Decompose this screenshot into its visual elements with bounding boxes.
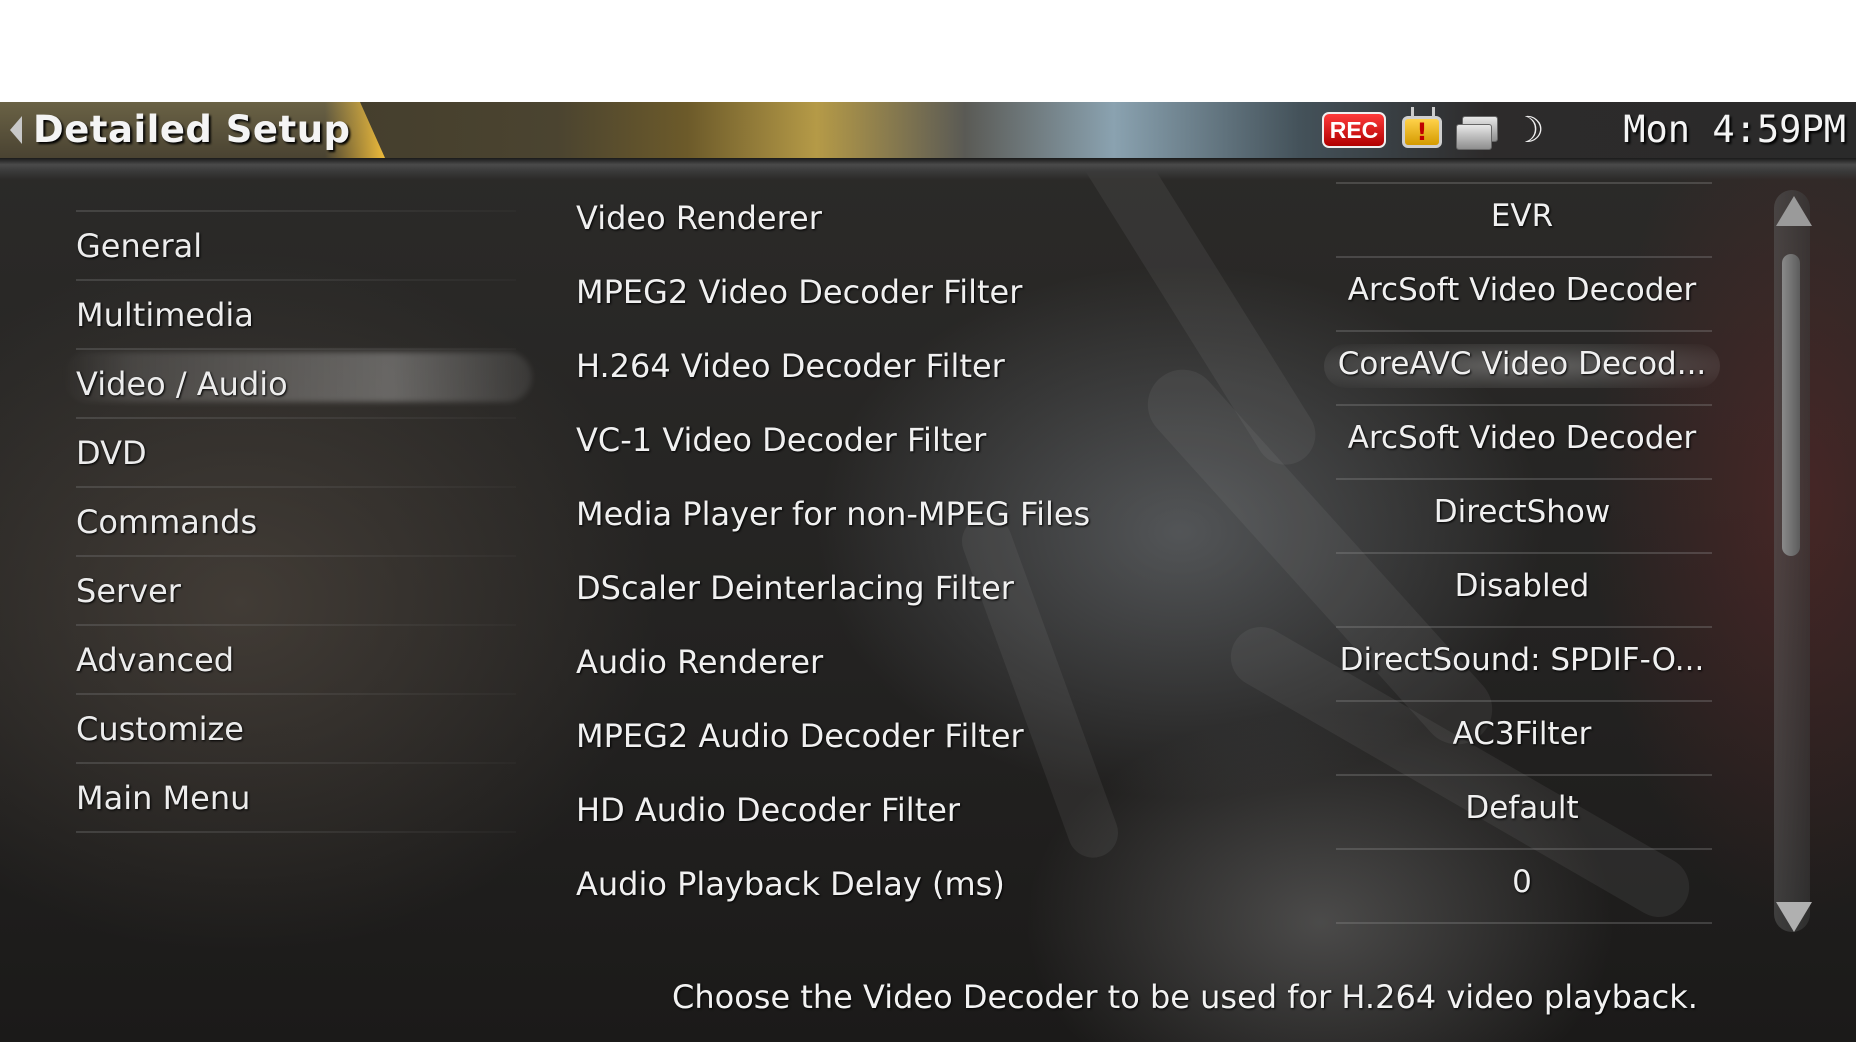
sidebar-item-video-audio[interactable]: Video / Audio [62,350,517,419]
setting-value[interactable]: 0 [1330,854,1714,910]
setting-row-hd-audio-decoder[interactable]: HD Audio Decoder Filter Default [560,776,1760,850]
setting-row-media-player[interactable]: Media Player for non-MPEG Files DirectSh… [560,480,1760,554]
sidebar-item-label: Advanced [76,641,235,679]
setting-value-text: ArcSoft Video Decoder [1347,272,1697,308]
setting-label: Audio Playback Delay (ms) [576,865,1005,903]
setting-value-text: ArcSoft Video Decoder [1347,420,1697,456]
scrollbar-thumb[interactable] [1782,254,1800,556]
header-divider [0,158,1856,180]
setting-row-audio-playback-delay[interactable]: Audio Playback Delay (ms) 0 [560,850,1760,924]
setting-value-text: Default [1465,790,1579,826]
setting-value[interactable]: EVR [1330,188,1714,244]
setting-value[interactable]: DirectShow [1330,484,1714,540]
help-text: Choose the Video Decoder to be used for … [672,978,1698,1016]
sidebar-item-general[interactable]: General [62,212,517,281]
sidebar-item-customize[interactable]: Customize [62,695,517,764]
setting-value[interactable]: ArcSoft Video Decoder [1330,410,1714,466]
setting-label: MPEG2 Video Decoder Filter [576,273,1023,311]
setting-value-text: Disabled [1454,568,1590,604]
setting-row-video-renderer[interactable]: Video Renderer EVR [560,184,1760,258]
setting-value-text: CoreAVC Video Decod... [1337,346,1707,382]
setting-label: H.264 Video Decoder Filter [576,347,1005,385]
sidebar-item-multimedia[interactable]: Multimedia [62,281,517,350]
sidebar-item-advanced[interactable]: Advanced [62,626,517,695]
setting-label: HD Audio Decoder Filter [576,791,961,829]
sidebar-item-label: General [76,227,203,265]
sidebar-item-label: Video / Audio [76,365,288,403]
title-bar: Detailed Setup REC ! ☽ Mon 4:59PM [0,102,1856,158]
scroll-down-arrow-icon[interactable] [1776,902,1812,932]
setting-value[interactable]: ArcSoft Video Decoder [1330,262,1714,318]
setting-label: Audio Renderer [576,643,824,681]
sidebar-item-label: Main Menu [76,779,251,817]
setting-value-text: EVR [1490,198,1554,234]
setting-label: MPEG2 Audio Decoder Filter [576,717,1024,755]
sidebar-item-label: Commands [76,503,258,541]
setting-row-mpeg2-video-decoder[interactable]: MPEG2 Video Decoder Filter ArcSoft Video… [560,258,1760,332]
sidebar-item-label: Multimedia [76,296,254,334]
setting-row-vc1-video-decoder[interactable]: VC-1 Video Decoder Filter ArcSoft Video … [560,406,1760,480]
sidebar-item-label: DVD [76,434,147,472]
clock: Mon 4:59PM [1623,108,1846,151]
setting-value[interactable]: Default [1330,780,1714,836]
tv-alert-icon: ! [1402,116,1442,148]
sidebar-item-main-menu[interactable]: Main Menu [62,764,517,833]
windows-icon [1454,116,1498,150]
setting-value[interactable]: CoreAVC Video Decod... [1324,336,1720,392]
moon-icon: ☽ [1512,110,1545,151]
scrollbar[interactable] [1768,182,1816,940]
setting-row-dscaler-filter[interactable]: DScaler Deinterlacing Filter Disabled [560,554,1760,628]
setting-value-text: AC3Filter [1452,716,1592,752]
setting-value-text: DirectShow [1433,494,1611,530]
setup-screen: Detailed Setup REC ! ☽ Mon 4:59PM Genera… [0,102,1856,1042]
setting-value-text: 0 [1512,864,1532,900]
setting-value[interactable]: DirectSound: SPDIF-O... [1330,632,1714,688]
sidebar-item-dvd[interactable]: DVD [62,419,517,488]
setting-value[interactable]: AC3Filter [1330,706,1714,762]
setting-label: Video Renderer [576,199,822,237]
divider [1336,922,1712,924]
setting-row-mpeg2-audio-decoder[interactable]: MPEG2 Audio Decoder Filter AC3Filter [560,702,1760,776]
page-title: Detailed Setup [33,108,351,151]
setting-value[interactable]: Disabled [1330,558,1714,614]
setting-label: VC-1 Video Decoder Filter [576,421,987,459]
divider [76,831,516,833]
setting-row-h264-video-decoder[interactable]: H.264 Video Decoder Filter CoreAVC Video… [560,332,1760,406]
sidebar-item-label: Server [76,572,181,610]
setting-value-text: DirectSound: SPDIF-O... [1339,642,1705,678]
back-arrow-icon[interactable] [10,116,22,144]
setting-row-audio-renderer[interactable]: Audio Renderer DirectSound: SPDIF-O... [560,628,1760,702]
sidebar-item-commands[interactable]: Commands [62,488,517,557]
scroll-up-arrow-icon[interactable] [1776,196,1812,226]
sidebar-item-server[interactable]: Server [62,557,517,626]
rec-badge: REC [1322,112,1386,148]
sidebar-item-label: Customize [76,710,244,748]
setting-label: DScaler Deinterlacing Filter [576,569,1014,607]
setting-label: Media Player for non-MPEG Files [576,495,1091,533]
